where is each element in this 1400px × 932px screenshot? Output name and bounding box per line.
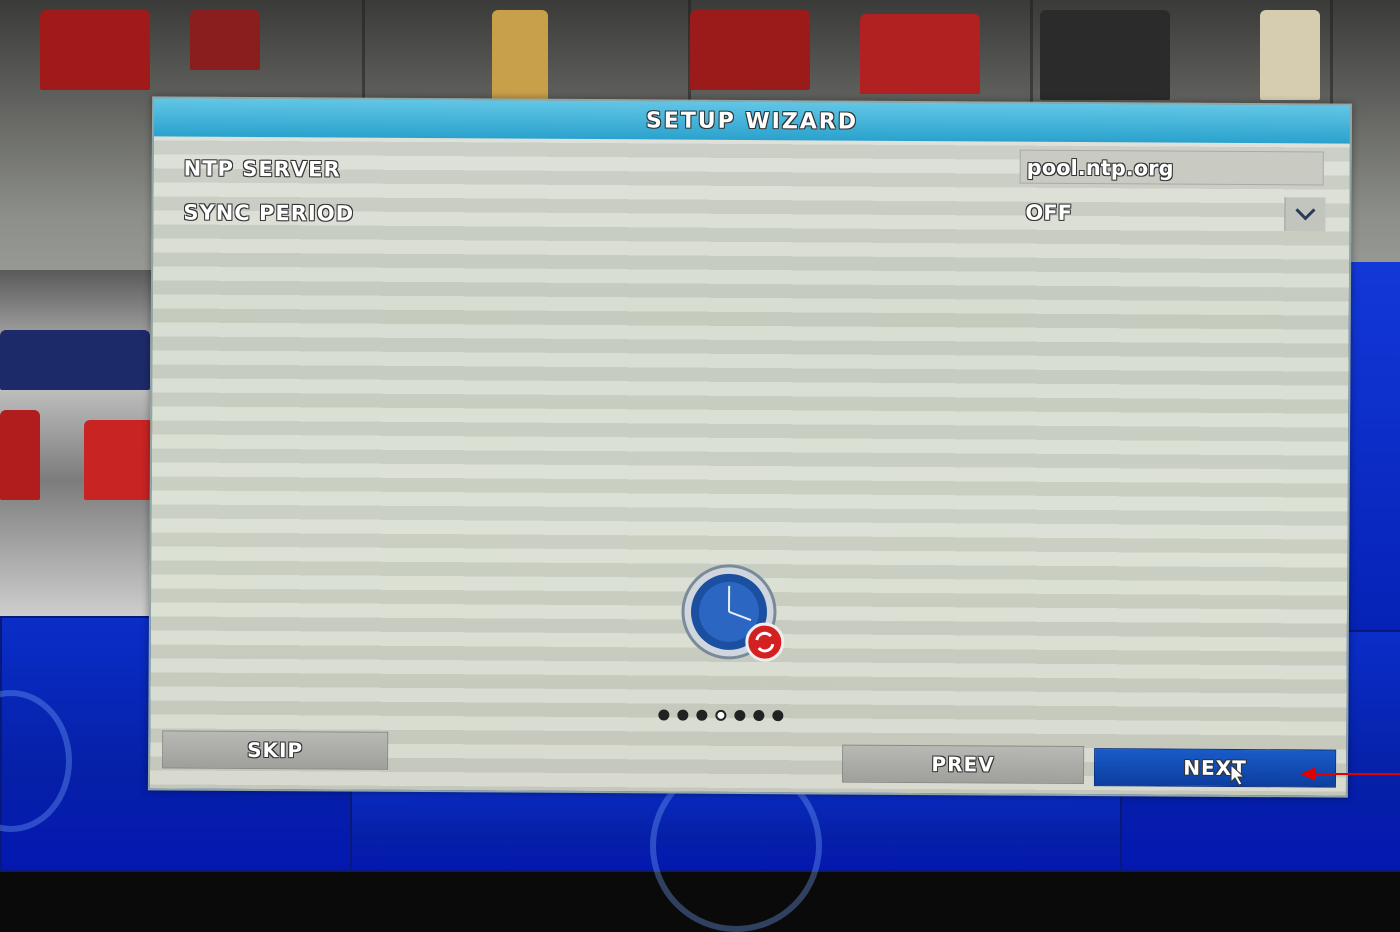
setup-wizard-dialog: SETUP WIZARD NTP SERVER pool.ntp.org SYN… [148,96,1352,797]
progress-dot-current [715,710,726,721]
sync-period-label: SYNC PERIOD [183,201,354,226]
wizard-progress-dots [658,709,783,721]
annotation-arrow-icon [1300,766,1400,782]
camera-scene-pillar [492,10,548,100]
sync-period-select[interactable]: OFF [1019,196,1327,232]
camera-scene-chair [190,10,260,70]
camera-scene-wall [0,330,150,390]
progress-dot [696,710,707,721]
ntp-server-label: NTP SERVER [184,157,341,182]
progress-dot [772,710,783,721]
camera-scene-chair [40,10,150,90]
progress-dot [677,710,688,721]
ntp-server-input[interactable]: pool.ntp.org [1020,150,1324,186]
camera-scene-monitors [1040,10,1170,100]
clock-sync-icon [673,564,792,665]
progress-dot [658,709,669,720]
camera-scene-chair [690,10,810,90]
progress-dot [753,710,764,721]
camera-scene-pillar [1260,10,1320,100]
progress-dot [734,710,745,721]
camera-scene-chair [860,14,980,94]
chevron-down-icon[interactable] [1284,197,1325,231]
camera-scene-chair [84,420,154,500]
sync-period-value: OFF [1025,201,1072,225]
mouse-cursor-icon [1230,764,1246,786]
prev-button[interactable]: PREV [842,745,1084,784]
dialog-title: SETUP WIZARD [154,98,1350,143]
camera-feed-blue-right [1348,262,1400,632]
camera-scene-chair [0,410,40,500]
skip-button[interactable]: SKIP [162,730,388,769]
